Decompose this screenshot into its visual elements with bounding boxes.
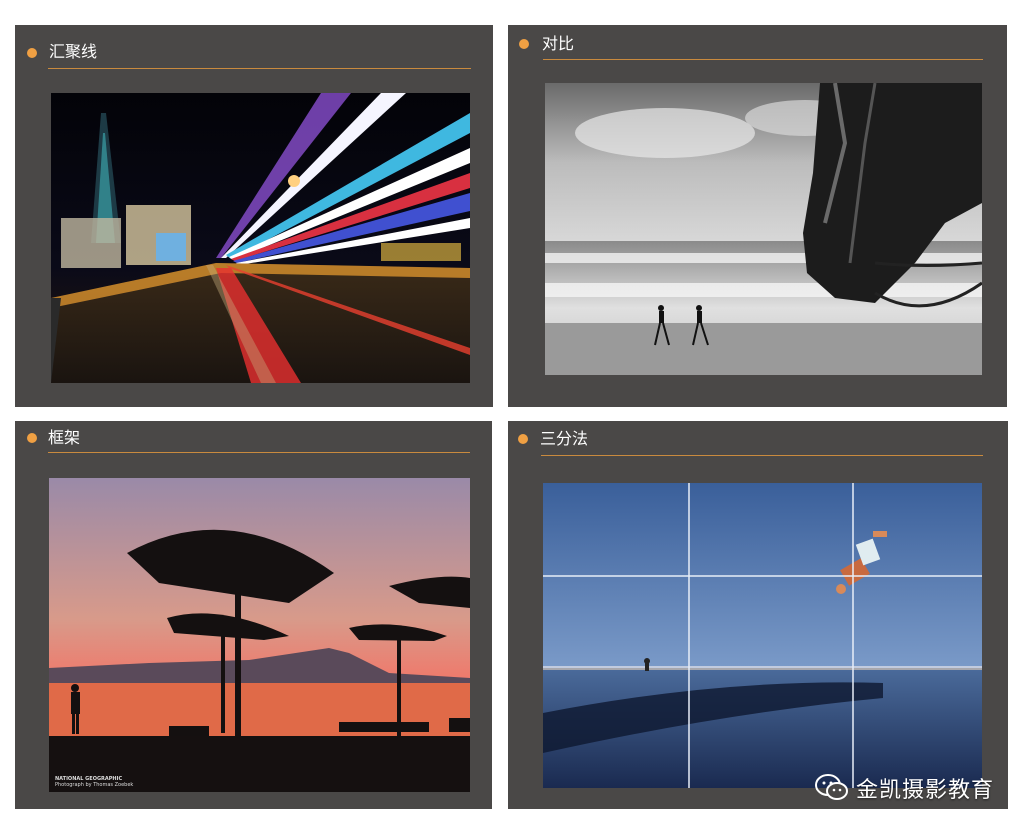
title-underline (48, 68, 471, 69)
rule-of-thirds-photo (543, 483, 982, 788)
photo-credit-text: Photograph by Thomas Zoebek (55, 782, 134, 788)
bullet-dot (518, 434, 528, 444)
panel-title: 汇聚线 (49, 42, 98, 61)
title-underline (543, 59, 983, 60)
panel-contrast: 对比 (508, 25, 1007, 407)
title-underline (541, 455, 983, 456)
beach-umbrellas-photo: NATIONAL GEOGRAPHIC Photograph by Thomas… (49, 478, 470, 792)
bullet-dot (27, 433, 37, 443)
panel-rule-of-thirds: 三分法 (508, 421, 1008, 809)
title-underline (48, 452, 470, 453)
light-trails-photo (51, 93, 470, 383)
panel-title: 三分法 (540, 429, 589, 448)
bullet-dot (27, 48, 37, 58)
watermark-text: 金凯摄影教育 (855, 778, 994, 803)
panel-title: 对比 (542, 34, 575, 53)
horse-beach-photo (545, 83, 982, 375)
panel-title: 框架 (48, 428, 81, 447)
panel-framing: 框架 NATIONAL GEOGRAPHIC Photograph by Tho… (15, 421, 492, 809)
photo-credit: NATIONAL GEOGRAPHIC Photograph by Thomas… (55, 776, 133, 788)
panel-converging-lines: 汇聚线 (15, 25, 493, 407)
watermark: 金凯摄影教育 (814, 772, 994, 804)
bullet-dot (519, 39, 529, 49)
wechat-icon (814, 773, 850, 803)
